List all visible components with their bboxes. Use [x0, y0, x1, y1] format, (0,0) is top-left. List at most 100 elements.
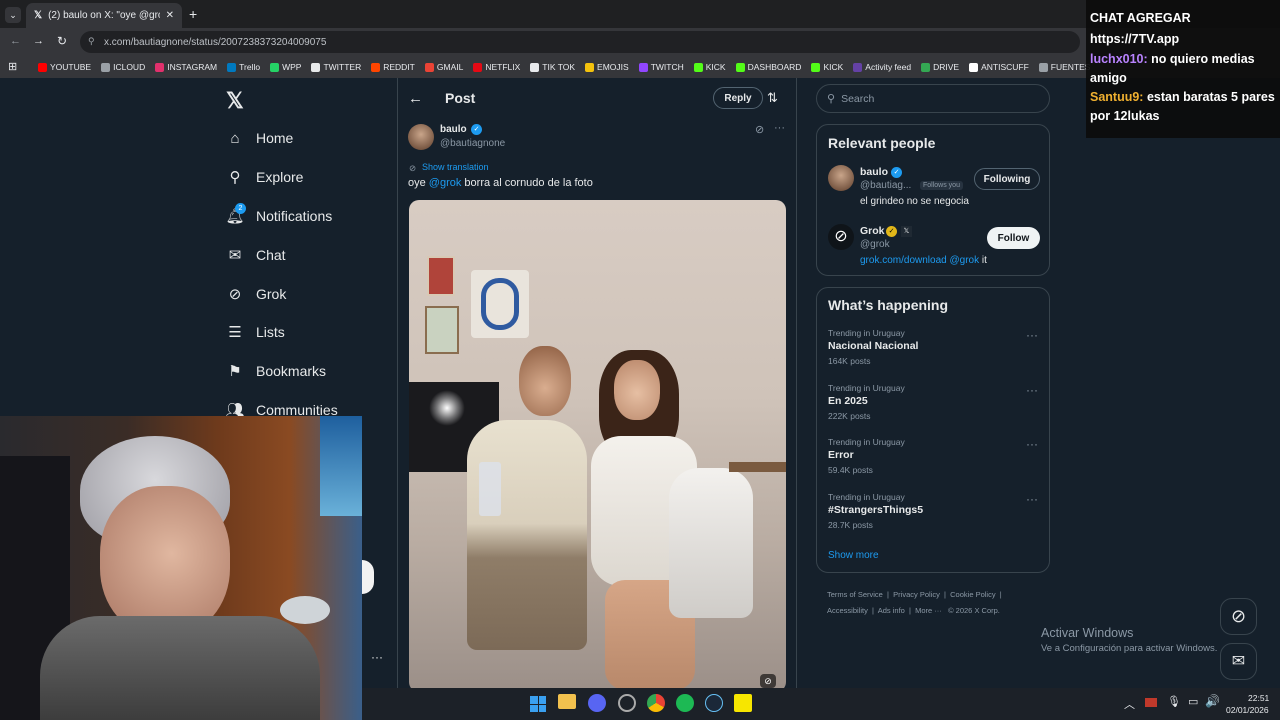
bookmark-item[interactable]: TWITTER — [311, 62, 361, 72]
baulo-handle[interactable]: @bautiag... — [860, 180, 911, 191]
sidebar-item-lists[interactable]: ☰ Lists — [226, 323, 285, 341]
chat-message: luchx010: no quiero medias amigo — [1090, 50, 1276, 88]
trend-item[interactable]: Trending in Uruguay En 2025 222K posts ··· — [817, 383, 1049, 433]
file-explorer-icon[interactable] — [558, 694, 576, 709]
sidebar-item-notifications[interactable]: 🔔︎ 2 Notifications — [225, 203, 332, 225]
account-more-icon[interactable]: ··· — [371, 650, 383, 664]
grok-mention-link[interactable]: @grok — [429, 177, 462, 189]
footer-link[interactable]: Terms of Service — [827, 590, 883, 599]
show-more-link[interactable]: Show more — [828, 550, 879, 561]
footer-link[interactable]: Privacy Policy — [893, 590, 940, 599]
network-icon[interactable]: ▭ — [1188, 695, 1198, 708]
grok-name[interactable]: Grok — [860, 225, 885, 237]
following-button[interactable]: Following — [974, 168, 1040, 190]
trend-more-icon[interactable]: ··· — [1026, 492, 1038, 506]
settings-sliders-icon[interactable]: ⇅ — [767, 90, 778, 106]
bookmark-item[interactable]: WPP — [270, 62, 301, 72]
grok-download-link[interactable]: grok.com/download — [860, 255, 947, 266]
messages-float-icon[interactable]: ✉ — [1220, 643, 1257, 680]
windows-start-icon[interactable] — [530, 696, 546, 712]
bookmark-item[interactable]: REDDIT — [371, 62, 415, 72]
author-handle[interactable]: @bautiagnone — [440, 138, 505, 149]
bookmark-item[interactable]: YOUTUBE — [38, 62, 91, 72]
apps-grid-icon[interactable]: ⊞ — [8, 60, 17, 73]
bookmark-item[interactable]: Trello — [227, 62, 260, 72]
more-options-icon[interactable]: ··· — [774, 122, 785, 134]
volume-icon[interactable]: 🔊 — [1205, 694, 1220, 708]
image-edit-icon[interactable]: ⊘ — [760, 674, 776, 688]
grok-bio-mention[interactable]: @grok — [950, 255, 980, 266]
close-tab-icon[interactable]: ✕ — [166, 10, 174, 21]
footer-link[interactable]: Accessibility — [827, 606, 868, 615]
back-arrow-icon[interactable]: ← — [408, 90, 423, 107]
bookmark-item[interactable]: INSTAGRAM — [155, 62, 217, 72]
sidebar-item-bookmarks[interactable]: ⚑ Bookmarks — [226, 362, 326, 380]
follow-button[interactable]: Follow — [987, 227, 1040, 249]
clock-date[interactable]: 02/01/2026 — [1226, 705, 1269, 715]
sidebar-item-explore[interactable]: ⚲ Explore — [226, 168, 304, 186]
trend-more-icon[interactable]: ··· — [1026, 383, 1038, 397]
trend-item[interactable]: Trending in Uruguay Nacional Nacional 164K… — [817, 328, 1049, 378]
forward-icon[interactable]: → — [33, 35, 44, 47]
reload-icon[interactable]: ↻ — [57, 34, 67, 48]
trend-more-icon[interactable]: ··· — [1026, 437, 1038, 451]
obs-icon[interactable] — [618, 694, 636, 712]
reply-button[interactable]: Reply — [713, 87, 763, 109]
trend-more-icon[interactable]: ··· — [1026, 328, 1038, 342]
footer-link[interactable]: Ads info — [878, 606, 905, 615]
tray-app-icon[interactable] — [1145, 698, 1157, 707]
bookmark-label: KICK — [705, 62, 726, 72]
bookmark-item[interactable]: ANTISCUFF — [969, 62, 1029, 72]
footer-link[interactable]: Cookie Policy — [950, 590, 995, 599]
footer-link[interactable]: More ··· — [915, 606, 942, 615]
bookmark-favicon-icon — [585, 62, 595, 72]
microphone-icon[interactable]: 🎙 — [1167, 695, 1181, 708]
trend-location: Trending in Uruguay — [828, 382, 905, 393]
activate-windows-title: Activar Windows — [1041, 626, 1134, 640]
bookmark-item[interactable]: FUENTES — [1038, 62, 1090, 72]
show-translation-link[interactable]: Show translation — [422, 162, 489, 172]
new-tab-icon[interactable]: + — [189, 6, 197, 22]
bookmark-item[interactable]: KICK — [811, 62, 843, 72]
bookmark-label: DASHBOARD — [747, 62, 802, 72]
bookmark-item[interactable]: Activity feed — [853, 62, 911, 72]
sidebar-item-home[interactable]: ⌂ Home — [226, 129, 293, 147]
bookmark-item[interactable]: NETFLIX — [473, 62, 520, 72]
bookmark-item[interactable]: EMOJIS — [585, 62, 629, 72]
spotify-icon[interactable] — [676, 694, 694, 712]
bookmark-item[interactable]: ICLOUD — [101, 62, 145, 72]
steam-icon[interactable] — [705, 694, 723, 712]
x-logo-icon[interactable]: 𝕏 — [226, 88, 244, 114]
chrome-icon[interactable] — [647, 694, 665, 712]
trend-item[interactable]: Trending in Uruguay Error 59.4K posts ··· — [817, 437, 1049, 487]
grok-post-icon[interactable]: ⊘ — [755, 123, 764, 136]
author-name[interactable]: baulo — [440, 124, 467, 135]
site-info-icon[interactable]: ⚲ — [88, 36, 95, 47]
bookmark-item[interactable]: KICK — [693, 62, 726, 72]
browser-tab[interactable]: 𝕏 (2) baulo on X: "oye @grok bor ✕ — [26, 3, 182, 28]
baulo-name[interactable]: baulo — [860, 166, 888, 178]
baulo-avatar[interactable] — [828, 165, 854, 191]
tab-search-icon[interactable]: ⌄ — [5, 7, 21, 23]
sidebar-item-chat[interactable]: ✉ Chat — [226, 246, 286, 264]
author-avatar[interactable] — [408, 124, 434, 150]
clock-time[interactable]: 22:51 — [1248, 693, 1269, 703]
bookmark-item[interactable]: DRIVE — [921, 62, 959, 72]
trend-item[interactable]: Trending in Uruguay #StrangersThings5 28.7… — [817, 492, 1049, 542]
tray-chevron-icon[interactable]: ︿ — [1124, 696, 1135, 712]
sidebar-item-grok[interactable]: ⊘ Grok — [226, 285, 287, 303]
grok-handle[interactable]: @grok — [860, 239, 890, 250]
grok-float-icon[interactable]: ⊘ — [1220, 598, 1257, 635]
back-icon[interactable]: ← — [10, 35, 21, 47]
address-bar[interactable]: ⚲ x.com/bautiagnone/status/2007238373204… — [80, 31, 1080, 53]
bookmark-item[interactable]: GMAIL — [424, 62, 463, 72]
sticky-notes-icon[interactable] — [734, 694, 752, 712]
bookmark-label: DRIVE — [933, 62, 960, 72]
search-box[interactable]: ⚲ Search — [816, 84, 1050, 113]
bookmark-item[interactable]: DASHBOARD — [735, 62, 802, 72]
grok-avatar-icon[interactable]: ⊘ — [828, 224, 854, 250]
post-photo[interactable]: ⊘ — [409, 200, 786, 692]
discord-icon[interactable] — [588, 694, 606, 712]
bookmark-item[interactable]: TWITCH — [638, 62, 684, 72]
bookmark-item[interactable]: TIK TOK — [530, 62, 575, 72]
